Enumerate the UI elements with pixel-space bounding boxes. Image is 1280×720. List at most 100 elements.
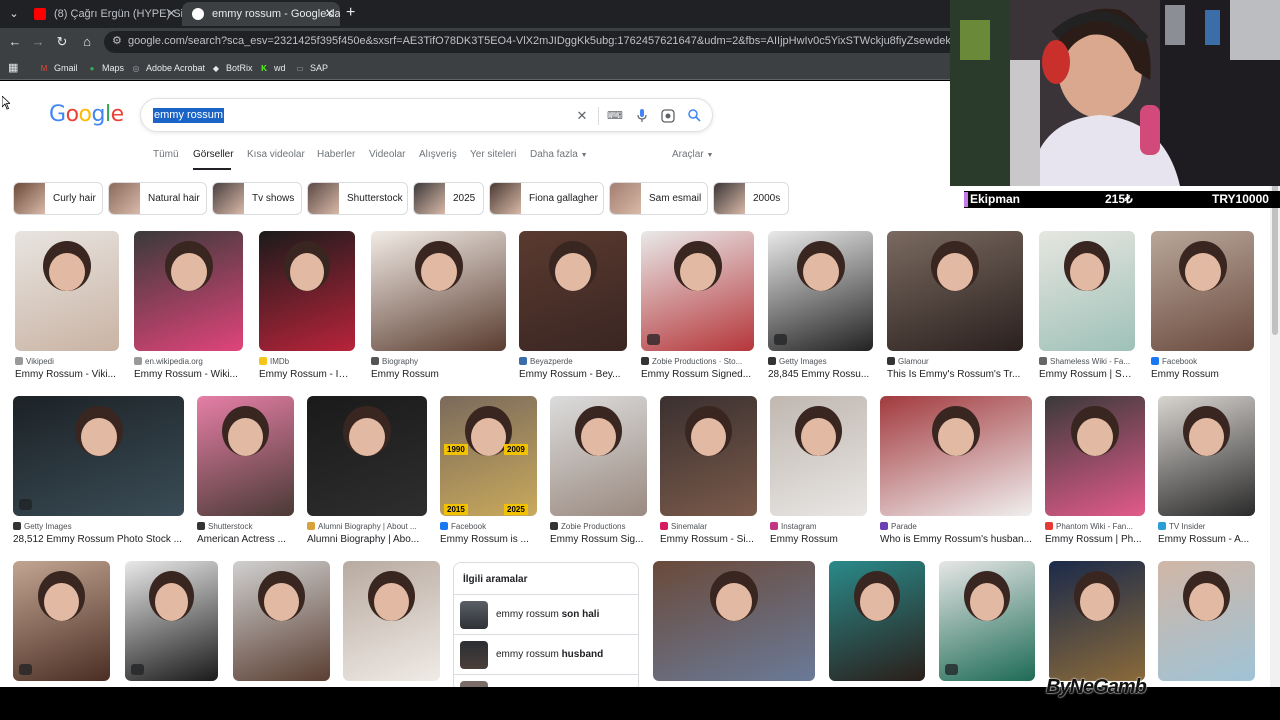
result-thumbnail[interactable] (939, 561, 1035, 681)
image-result[interactable] (233, 561, 330, 687)
image-result[interactable] (343, 561, 440, 687)
result-source[interactable]: Alumni Biography | About ... (307, 522, 427, 531)
image-result[interactable]: Parade Who is Emmy Rossum's husban... (880, 396, 1032, 556)
image-result[interactable]: Beyazperde Emmy Rossum - Bey... (519, 231, 627, 391)
result-thumbnail[interactable] (13, 561, 110, 681)
result-thumbnail[interactable] (13, 396, 184, 516)
image-result[interactable]: Shutterstock American Actress ... (197, 396, 294, 556)
result-caption[interactable]: Emmy Rossum Sig... (550, 534, 647, 545)
result-thumbnail[interactable] (233, 561, 330, 681)
result-source[interactable]: Instagram (770, 522, 867, 531)
result-source[interactable]: Facebook (1151, 357, 1254, 366)
filter-chip[interactable]: Natural hair (108, 182, 207, 215)
result-caption[interactable]: Emmy Rossum - Bey... (519, 369, 627, 380)
result-thumbnail[interactable] (550, 396, 647, 516)
tab-news[interactable]: Haberler (317, 149, 355, 160)
result-thumbnail[interactable] (259, 231, 355, 351)
result-source[interactable]: Getty Images (13, 522, 184, 531)
browser-tab-google[interactable]: emmy rossum - Google'da Ara ✕ (182, 2, 340, 26)
filter-chip[interactable]: 2000s (713, 182, 789, 215)
tab-search-chevron-icon[interactable]: ⌄ (4, 4, 24, 24)
home-icon[interactable]: ⌂ (77, 32, 97, 52)
site-info-icon[interactable]: ⚙ (112, 34, 122, 47)
result-caption[interactable]: Emmy Rossum is ... (440, 534, 537, 545)
result-thumbnail[interactable] (343, 561, 440, 681)
bookmark-maps[interactable]: ● Maps (86, 60, 124, 76)
result-caption[interactable]: Emmy Rossum - IM... (259, 369, 355, 380)
image-result[interactable] (653, 561, 815, 687)
tab-videos[interactable]: Videolar (369, 149, 406, 160)
result-source[interactable]: Biography (371, 357, 506, 366)
image-result[interactable]: IMDb Emmy Rossum - IM... (259, 231, 355, 391)
image-result[interactable]: Shameless Wiki - Fa... Emmy Rossum | Sh..… (1039, 231, 1135, 391)
image-result[interactable]: Facebook Emmy Rossum (1151, 231, 1254, 391)
image-result[interactable]: Phantom Wiki - Fan... Emmy Rossum | Ph... (1045, 396, 1145, 556)
result-caption[interactable]: This Is Emmy's Rossum's Tr... (887, 369, 1023, 380)
related-search-item[interactable] (454, 674, 638, 687)
image-result[interactable]: Zobie Productions · Sto... Emmy Rossum Si… (641, 231, 754, 391)
filter-chip[interactable]: Curly hair (13, 182, 103, 215)
tab-places[interactable]: Yer siteleri (470, 149, 516, 160)
result-source[interactable]: Getty Images (768, 357, 873, 366)
result-caption[interactable]: Who is Emmy Rossum's husban... (880, 534, 1032, 545)
result-caption[interactable]: Emmy Rossum - Viki... (15, 369, 119, 380)
image-result[interactable]: Getty Images 28,512 Emmy Rossum Photo Sto… (13, 396, 184, 556)
image-result[interactable] (939, 561, 1035, 687)
mic-icon[interactable] (633, 107, 651, 125)
image-result[interactable] (829, 561, 925, 687)
image-result[interactable] (1158, 561, 1255, 687)
result-caption[interactable]: Emmy Rossum - Si... (660, 534, 757, 545)
result-thumbnail[interactable] (829, 561, 925, 681)
keyboard-icon[interactable]: ⌨ (606, 107, 624, 125)
result-caption[interactable]: Emmy Rossum | Sh... (1039, 369, 1135, 380)
result-thumbnail[interactable] (653, 561, 815, 681)
result-source[interactable]: Shameless Wiki - Fa... (1039, 357, 1135, 366)
google-logo[interactable]: Google (49, 102, 124, 127)
image-result[interactable]: TV Insider Emmy Rossum - A... (1158, 396, 1255, 556)
new-tab-button[interactable]: + (346, 2, 355, 24)
filter-chip[interactable]: Tv shows (212, 182, 302, 215)
result-source[interactable]: Vikipedi (15, 357, 119, 366)
tab-shopping[interactable]: Alışveriş (419, 149, 457, 160)
image-result[interactable]: Biography Emmy Rossum (371, 231, 506, 391)
lens-icon[interactable] (659, 107, 677, 125)
image-result[interactable]: Getty Images 28,845 Emmy Rossu... (768, 231, 873, 391)
tab-short-videos[interactable]: Kısa videolar (247, 149, 305, 160)
result-source[interactable]: Parade (880, 522, 1032, 531)
filter-chip[interactable]: 2025 (413, 182, 484, 215)
result-caption[interactable]: 28,845 Emmy Rossu... (768, 369, 873, 380)
result-source[interactable]: Zobie Productions (550, 522, 647, 531)
result-source[interactable]: Facebook (440, 522, 537, 531)
result-thumbnail[interactable] (887, 231, 1023, 351)
search-icon[interactable] (685, 107, 703, 125)
filter-chip[interactable]: Sam esmail (609, 182, 708, 215)
result-caption[interactable]: 28,512 Emmy Rossum Photo Stock ... (13, 534, 184, 545)
result-source[interactable]: Shutterstock (197, 522, 294, 531)
bookmark-gmail[interactable]: M Gmail (38, 60, 78, 76)
result-caption[interactable]: Emmy Rossum - A... (1158, 534, 1255, 545)
result-thumbnail[interactable] (134, 231, 243, 351)
result-source[interactable]: Glamour (887, 357, 1023, 366)
related-search-item[interactable]: emmy rossum husband (454, 634, 638, 674)
result-source[interactable]: en.wikipedia.org (134, 357, 243, 366)
reload-icon[interactable]: ↻ (52, 32, 72, 52)
result-thumbnail[interactable] (660, 396, 757, 516)
result-caption[interactable]: Emmy Rossum (371, 369, 506, 380)
result-source[interactable]: Phantom Wiki - Fan... (1045, 522, 1145, 531)
image-result[interactable]: Sinemalar Emmy Rossum - Si... (660, 396, 757, 556)
result-source[interactable]: Zobie Productions · Sto... (641, 357, 754, 366)
result-thumbnail[interactable] (1045, 396, 1145, 516)
related-search-item[interactable]: emmy rossum son hali (454, 594, 638, 634)
result-thumbnail[interactable] (519, 231, 627, 351)
result-thumbnail[interactable] (1158, 396, 1255, 516)
close-tab-icon[interactable]: ✕ (167, 2, 176, 26)
image-result[interactable] (1049, 561, 1145, 687)
browser-tab-youtube[interactable]: (8) Çağrı Ergün (HYPE) Sihirbaz ✕ (24, 2, 182, 26)
result-caption[interactable]: Emmy Rossum | Ph... (1045, 534, 1145, 545)
result-thumbnail[interactable] (125, 561, 218, 681)
image-result[interactable]: Vikipedi Emmy Rossum - Viki... (15, 231, 119, 391)
result-thumbnail[interactable] (1039, 231, 1135, 351)
result-thumbnail[interactable]: 1990 2009 2015 2025 (440, 396, 537, 516)
result-thumbnail[interactable] (770, 396, 867, 516)
result-caption[interactable]: Emmy Rossum (770, 534, 867, 545)
